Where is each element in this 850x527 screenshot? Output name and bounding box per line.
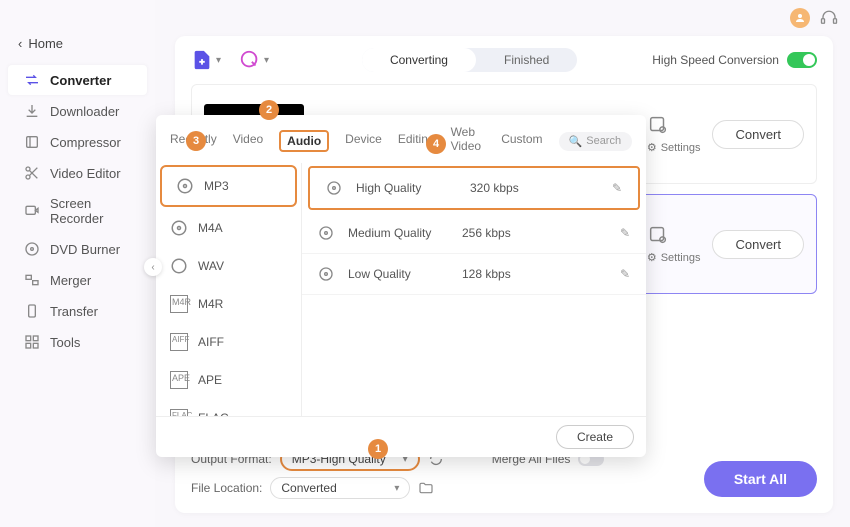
format-wav[interactable]: WAV [156, 247, 301, 285]
file-icon: AIFF [170, 333, 188, 351]
step-badge-3: 3 [186, 131, 206, 151]
seg-finished[interactable]: Finished [476, 48, 577, 72]
settings-link[interactable]: ⚙Settings [647, 141, 701, 154]
add-file-icon [191, 49, 213, 71]
disc-icon [318, 266, 334, 282]
download-icon [24, 103, 40, 119]
file-location-label: File Location: [191, 481, 262, 495]
format-m4r[interactable]: M4RM4R [156, 285, 301, 323]
sidebar-item-label: Tools [50, 335, 80, 350]
sidebar-item-label: Video Editor [50, 166, 121, 181]
audio-icon [170, 219, 188, 237]
step-badge-2: 2 [259, 100, 279, 120]
transfer-icon [24, 303, 40, 319]
format-aiff[interactable]: AIFFAIFF [156, 323, 301, 361]
sidebar: ‹ Home Converter Downloader Compressor V… [0, 0, 155, 527]
compress-icon [24, 134, 40, 150]
settings-link[interactable]: ⚙Settings [647, 251, 701, 264]
sidebar-item-screen-recorder[interactable]: Screen Recorder [8, 189, 147, 233]
format-flac[interactable]: FLACFLAC [156, 399, 301, 416]
format-popup: Recently Video Audio Device Editing Web … [156, 115, 646, 457]
audio-icon [176, 177, 194, 195]
edit-icon[interactable]: ✎ [620, 226, 630, 240]
format-list: MP3 M4A WAV M4RM4R AIFFAIFF APEAPE FLACF… [156, 163, 302, 416]
tab-audio[interactable]: Audio [279, 130, 329, 152]
grid-icon [24, 334, 40, 350]
sidebar-item-label: Compressor [50, 135, 121, 150]
audio-icon [170, 257, 188, 275]
sidebar-item-transfer[interactable]: Transfer [8, 296, 147, 326]
file-location-dropdown[interactable]: Converted▾ [270, 477, 410, 499]
convert-button[interactable]: Convert [712, 120, 804, 149]
sidebar-item-video-editor[interactable]: Video Editor [8, 158, 147, 188]
output-icon[interactable] [647, 224, 669, 246]
tab-custom[interactable]: Custom [501, 132, 542, 150]
tab-web-video[interactable]: Web Video [451, 125, 486, 157]
chevron-down-icon: ▾ [216, 55, 221, 66]
output-icon[interactable] [647, 114, 669, 136]
file-icon: FLAC [170, 409, 188, 416]
sidebar-item-label: DVD Burner [50, 242, 120, 257]
edit-icon[interactable]: ✎ [620, 267, 630, 281]
converter-icon [24, 72, 40, 88]
quality-list: High Quality320 kbps✎ Medium Quality256 … [302, 163, 646, 416]
gear-icon: ⚙ [647, 141, 657, 154]
hsc-toggle[interactable] [787, 52, 817, 68]
disc-icon [24, 241, 40, 257]
sidebar-item-label: Transfer [50, 304, 98, 319]
sidebar-collapse[interactable]: ‹ [144, 258, 162, 276]
tab-video[interactable]: Video [233, 132, 263, 150]
disc-icon [318, 225, 334, 241]
home-label: Home [28, 36, 63, 51]
format-m4a[interactable]: M4A [156, 209, 301, 247]
record-icon [24, 203, 40, 219]
add-url-button[interactable]: ▾ [239, 49, 269, 71]
sidebar-item-downloader[interactable]: Downloader [8, 96, 147, 126]
sidebar-item-dvd-burner[interactable]: DVD Burner [8, 234, 147, 264]
add-file-button[interactable]: ▾ [191, 49, 221, 71]
step-badge-1: 1 [368, 439, 388, 459]
file-icon: M4R [170, 295, 188, 313]
start-all-button[interactable]: Start All [704, 461, 817, 497]
quality-high[interactable]: High Quality320 kbps✎ [308, 166, 640, 210]
sidebar-item-converter[interactable]: Converter [8, 65, 147, 95]
convert-button[interactable]: Convert [712, 230, 804, 259]
hsc-label: High Speed Conversion [652, 53, 779, 67]
step-badge-4: 4 [426, 134, 446, 154]
add-url-icon [239, 49, 261, 71]
sidebar-item-compressor[interactable]: Compressor [8, 127, 147, 157]
gear-icon: ⚙ [647, 251, 657, 264]
sidebar-item-label: Downloader [50, 104, 119, 119]
sidebar-item-label: Screen Recorder [50, 196, 131, 226]
search-icon: 🔍 [569, 135, 583, 148]
support-icon[interactable] [820, 9, 838, 27]
create-button[interactable]: Create [556, 425, 634, 449]
format-ape[interactable]: APEAPE [156, 361, 301, 399]
seg-converting[interactable]: Converting [362, 48, 476, 72]
chevron-down-icon: ▾ [394, 483, 399, 494]
file-icon: APE [170, 371, 188, 389]
folder-icon[interactable] [418, 480, 434, 496]
sidebar-item-label: Converter [50, 73, 111, 88]
tab-device[interactable]: Device [345, 132, 382, 150]
chevron-left-icon: ‹ [18, 36, 22, 51]
sidebar-item-label: Merger [50, 273, 91, 288]
chevron-down-icon: ▾ [264, 55, 269, 66]
merge-icon [24, 272, 40, 288]
disc-icon [326, 180, 342, 196]
edit-icon[interactable]: ✎ [612, 181, 622, 195]
sidebar-item-tools[interactable]: Tools [8, 327, 147, 357]
format-mp3[interactable]: MP3 [160, 165, 297, 207]
status-segment: Converting Finished [362, 48, 577, 72]
search-input[interactable]: 🔍Search [559, 132, 632, 151]
quality-medium[interactable]: Medium Quality256 kbps✎ [302, 213, 646, 254]
avatar[interactable] [790, 8, 810, 28]
sidebar-item-merger[interactable]: Merger [8, 265, 147, 295]
quality-low[interactable]: Low Quality128 kbps✎ [302, 254, 646, 295]
scissors-icon [24, 165, 40, 181]
back-home[interactable]: ‹ Home [0, 30, 155, 57]
